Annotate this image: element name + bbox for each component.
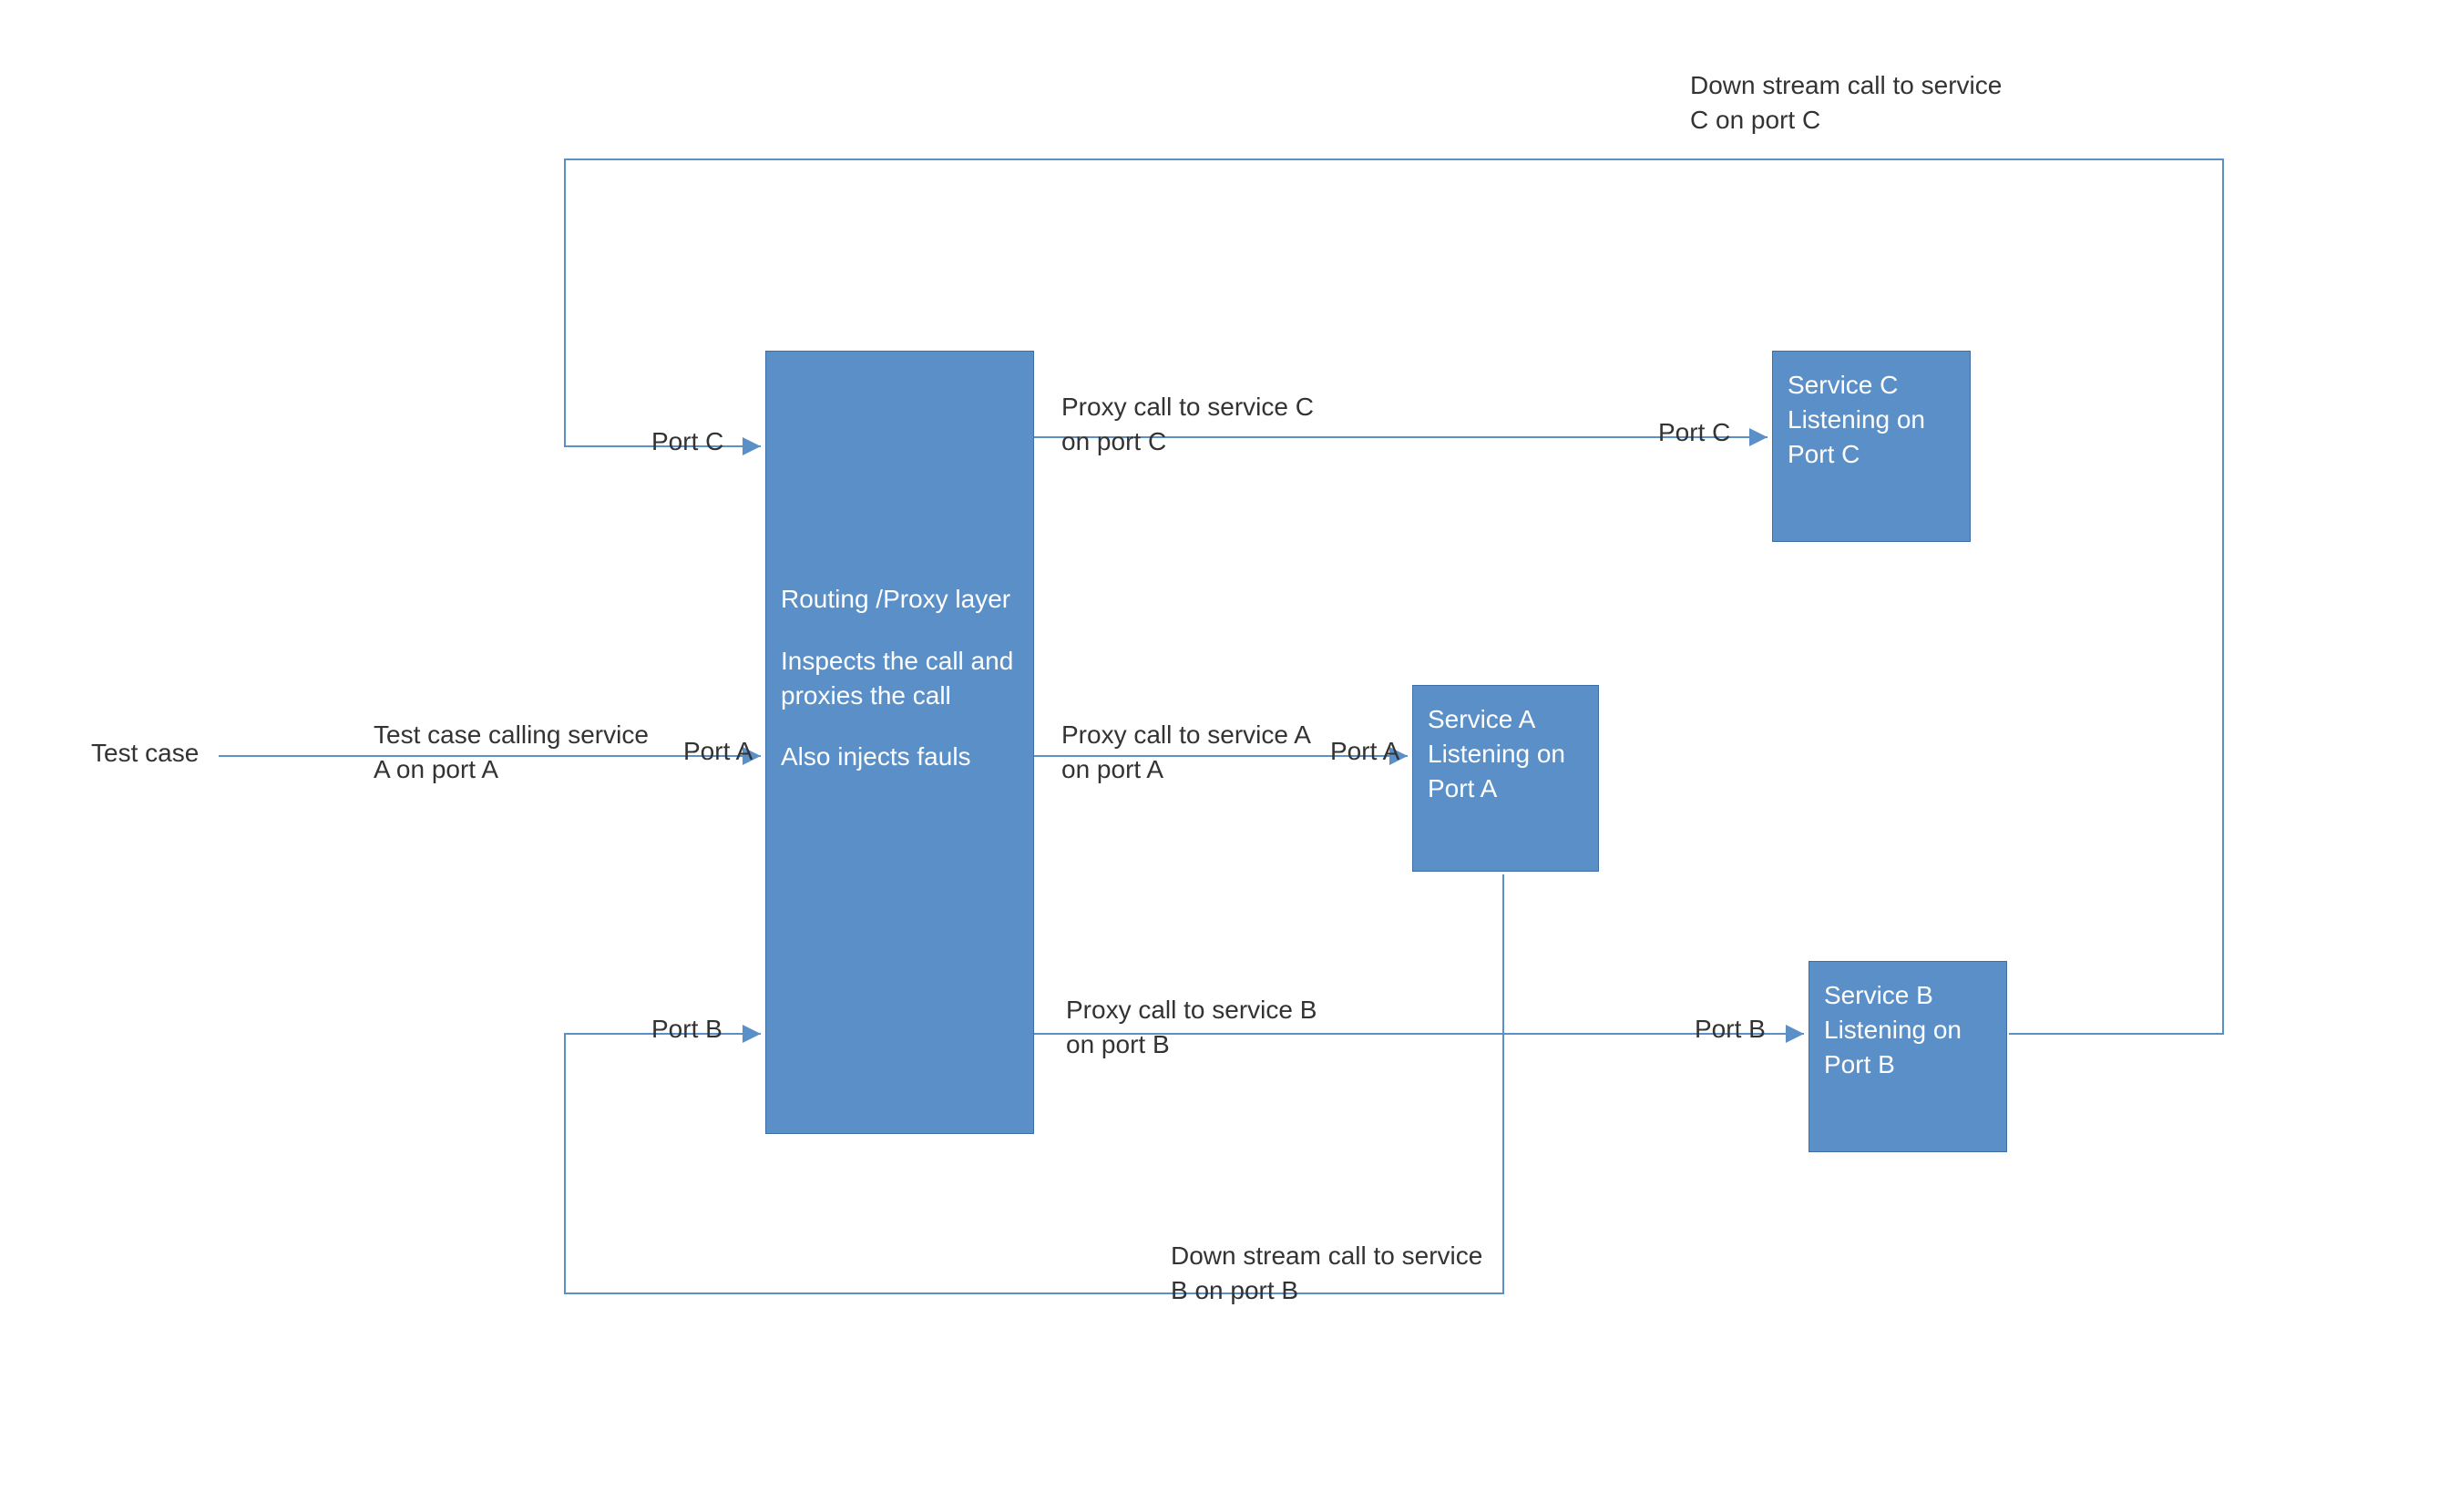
- proxy-desc-2: Also injects fauls: [781, 740, 1019, 774]
- service-a-box: Service A Listening on Port A: [1412, 685, 1599, 872]
- port-a-left-label: Port A: [683, 734, 753, 769]
- diagram-canvas: Test case Routing /Proxy layer Inspects …: [0, 0, 2449, 1512]
- port-c-right-label: Port C: [1658, 415, 1730, 450]
- edge-label-downstream-b: Down stream call to service B on port B: [1171, 1239, 1499, 1308]
- port-c-left-label: Port C: [651, 424, 723, 459]
- edge-label-proxy-c: Proxy call to service C on port C: [1061, 390, 1344, 459]
- edge-label-proxy-b: Proxy call to service B on port B: [1066, 993, 1348, 1062]
- testcase-label: Test case: [91, 736, 199, 771]
- service-b-box: Service B Listening on Port B: [1809, 961, 2007, 1152]
- proxy-box: Routing /Proxy layer Inspects the call a…: [765, 351, 1034, 1134]
- edge-service-a-to-port-b: [565, 874, 1503, 1293]
- edge-label-proxy-a: Proxy call to service A on port A: [1061, 718, 1344, 787]
- edge-label-downstream-c: Down stream call to service C on port C: [1690, 68, 2018, 138]
- edge-label-testcase: Test case calling service A on port A: [374, 718, 656, 787]
- proxy-title: Routing /Proxy layer: [781, 582, 1019, 617]
- proxy-desc-1: Inspects the call and proxies the call: [781, 644, 1019, 713]
- service-c-box: Service C Listening on Port C: [1772, 351, 1971, 542]
- port-b-left-label: Port B: [651, 1012, 722, 1047]
- port-b-right-label: Port B: [1695, 1012, 1766, 1047]
